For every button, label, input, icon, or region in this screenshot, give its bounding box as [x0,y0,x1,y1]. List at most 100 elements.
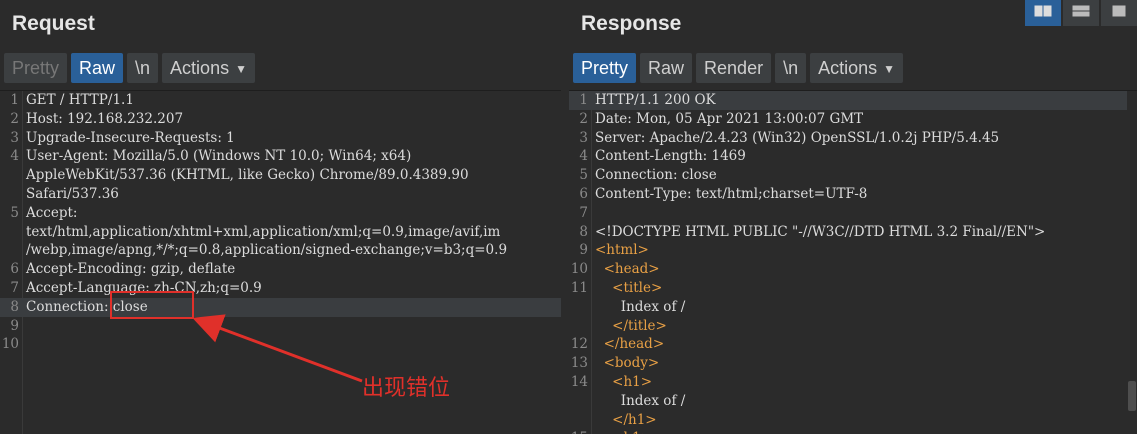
request-title: Request [12,12,95,35]
side-by-side-icon [1034,4,1052,22]
request-code-line: Safari/537.36 [0,185,561,204]
request-code-line: /webp,image/apng,*/*;q=0.8,application/s… [0,241,561,260]
layout-buttons [1025,0,1137,26]
line-number: 8 [579,223,588,240]
line-text: Connection: close [595,167,717,184]
line-number: 2 [579,110,588,127]
line-text: </head> [595,336,665,353]
line-text: Content-Type: text/html;charset=UTF-8 [595,185,868,202]
line-number: 1 [579,92,588,108]
line-number: 10 [1,336,19,353]
line-text: text/html,application/xhtml+xml,applicat… [26,223,501,240]
response-pane: Response Pretty Raw Render \n Actions ▼ 1 HTTP… [569,0,1137,434]
request-code-line: 7 Accept-Language: zh-CN,zh;q=0.9 [0,279,561,298]
request-code-line: 4 User-Agent: Mozilla/5.0 (Windows NT 10.… [0,147,561,166]
line-number: 3 [579,129,588,146]
response-title: Response [581,12,682,35]
line-text: Upgrade-Insecure-Requests: 1 [26,129,235,146]
response-lines: 1 HTTP/1.1 200 OK 2 Date: Mon, 05 Apr 2021 … [569,91,1137,434]
line-number: 14 [570,373,588,390]
line-number: 9 [579,242,588,259]
line-number: 2 [10,110,19,127]
response-code-line: 4 Content-Length: 1469 [569,147,1137,166]
request-tab-raw[interactable]: Raw [71,53,124,83]
request-code-line: 6 Accept-Encoding: gzip, deflate [0,260,561,279]
chevron-down-icon: ▼ [235,62,247,77]
request-tab-pretty[interactable]: Pretty [4,53,68,83]
line-text: Date: Mon, 05 Apr 2021 13:00:07 GMT [595,110,864,127]
line-number: 8 [10,298,19,315]
line-number: 13 [570,355,588,372]
request-code-line: 2 Host: 192.168.232.207 [0,110,561,129]
response-code-line: 10 <head> [569,260,1137,279]
response-tab-actions[interactable]: Actions ▼ [810,53,904,83]
request-code-line: text/html,application/xhtml+xml,applicat… [0,223,561,242]
response-code-line: 14 <h1> [569,373,1137,392]
response-code-line: Index of / [569,392,1137,411]
line-number: 4 [10,148,19,165]
line-text: <head> [595,261,660,278]
line-number: 1 [10,92,19,108]
response-tab-render[interactable]: Render [696,53,772,83]
annotation-label: 出现错位 [362,376,451,401]
response-scrollbar[interactable] [1127,91,1137,434]
line-number: 5 [10,204,19,221]
pane-divider[interactable] [561,0,569,434]
request-tab-actions[interactable]: Actions ▼ [162,53,255,83]
request-tab-label: \n [135,58,151,78]
line-text: GET / HTTP/1.1 [26,92,134,108]
single-pane-layout-button[interactable] [1101,0,1137,26]
response-tab-newline[interactable]: \n [775,53,807,83]
response-editor[interactable]: 1 HTTP/1.1 200 OK 2 Date: Mon, 05 Apr 2021 … [569,90,1137,434]
response-code-line: 7 [569,204,1137,223]
stacked-layout-button[interactable] [1063,0,1099,26]
line-number: 10 [570,261,588,278]
line-text: <title> [595,279,663,296]
line-text: Safari/537.36 [26,185,119,202]
line-text: </h1> [595,411,657,428]
line-text: HTTP/1.1 200 OK [595,92,716,108]
response-tabbar: Pretty Raw Render \n Actions ▼ [573,53,904,83]
response-code-line: </title> [569,317,1137,336]
line-text: <!DOCTYPE HTML PUBLIC "-//W3C//DTD HTML … [595,223,1046,240]
request-tab-newline[interactable]: \n [127,53,159,83]
response-code-line: 8 <!DOCTYPE HTML PUBLIC "-//W3C//DTD HTML… [569,223,1137,242]
response-tab-label: Render [704,58,764,78]
single-pane-icon [1110,4,1128,22]
response-scroll-thumb[interactable] [1128,381,1136,411]
line-text: Host: 192.168.232.207 [26,110,184,127]
response-tab-label: Actions [818,58,878,78]
line-number: 7 [10,279,19,296]
response-code-line: 13 <body> [569,354,1137,373]
line-text: <body> [595,355,660,372]
response-code-line: 6 Content-Type: text/html;charset=UTF-8 [569,185,1137,204]
side-by-side-layout-button[interactable] [1025,0,1061,26]
request-code-line: 8 Connection: close [0,297,561,317]
request-tab-label: Pretty [12,58,60,78]
line-text: Server: Apache/2.4.23 (Win32) OpenSSL/1.… [595,129,1000,146]
line-number: 11 [570,279,588,296]
response-code-line: 3 Server: Apache/2.4.23 (Win32) OpenSSL/1… [569,129,1137,148]
request-code-line: 5 Accept: [0,204,561,223]
response-code-line: 2 Date: Mon, 05 Apr 2021 13:00:07 GMT [569,110,1137,129]
line-number: 7 [579,204,588,221]
response-tab-label: \n [783,58,799,78]
line-text: </title> [595,317,667,334]
response-tab-raw[interactable]: Raw [640,53,693,83]
line-number: 3 [10,129,19,146]
response-code-line: 1 HTTP/1.1 200 OK [569,91,1137,110]
line-text: User-Agent: Mozilla/5.0 (Windows NT 10.0… [26,148,412,165]
request-code-line: 9 [0,317,561,336]
response-tab-label: Pretty [581,58,629,78]
response-code-line: 15 <h1> [569,429,1137,434]
request-editor[interactable]: 1 GET / HTTP/1.1 2 Host: 192.168.232.207 3 Up… [0,90,561,434]
response-code-line: 11 <title> [569,279,1137,298]
response-code-line: Index of / [569,298,1137,317]
response-code-line: 12 </head> [569,335,1137,354]
request-tab-label: Actions [170,58,230,78]
line-text: Accept: [26,204,78,221]
request-tabbar: Pretty Raw \n Actions ▼ [4,53,255,83]
response-tab-pretty[interactable]: Pretty [573,53,637,83]
line-number: 4 [579,148,588,165]
response-tab-label: Raw [648,58,685,78]
